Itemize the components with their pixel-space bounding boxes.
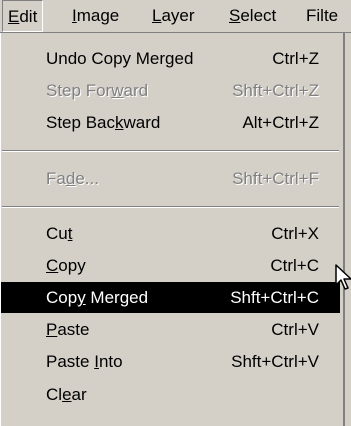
menu-item-label: Fa [46,169,66,188]
menu-separator [2,150,339,152]
menu-item-shortcut: Shft+Ctrl+F [232,169,319,188]
menu-bar: Edit Image Layer Select Filte [0,0,351,33]
menu-item-shortcut: Ctrl+Z [272,49,319,68]
menu-item-step-backward[interactable]: Step Backward Alt+Ctrl+Z [1,107,340,138]
menu-item-paste-into[interactable]: Paste Into Shft+Ctrl+V [1,346,340,377]
menu-item-label-post: opy [58,256,86,275]
menu-item-fade: Fade... Shft+Ctrl+F [1,163,340,194]
menu-item-shortcut: Ctrl+V [271,320,319,339]
menu-item-step-forward: Step Forward Shft+Ctrl+Z [1,75,340,106]
menu-item-label-post: nto [98,352,123,371]
menu-item-label: Step Bac [46,113,115,132]
menu-item-clear[interactable]: Clear [1,379,340,410]
menu-item-copy-merged[interactable]: Copy Merged Shft+Ctrl+C [1,282,340,313]
menu-separator [2,206,339,208]
menu-filter[interactable]: Filte [301,0,343,32]
menu-item-paste[interactable]: Paste Ctrl+V [1,314,340,345]
menu-item-label-post: e... [75,169,99,188]
menu-item-shortcut: Alt+Ctrl+Z [242,113,319,132]
menu-edit[interactable]: Edit [2,0,44,32]
menu-item-label: Undo Copy Merged [46,49,194,68]
menu-item-shortcut: Ctrl+X [271,224,319,243]
menu-item-label-post: ar [71,385,87,404]
menu-image[interactable]: Image [67,0,124,32]
menu-item-accel: P [46,320,58,339]
menu-item-accel: e [62,385,72,404]
menu-layer[interactable]: Layer [147,0,200,32]
menu-item-undo-copy-merged[interactable]: Undo Copy Merged Ctrl+Z [1,43,340,74]
menu-item-label: Paste [46,352,95,371]
menu-select[interactable]: Select [224,0,281,32]
menu-item-label-post: Merged [85,288,149,307]
menu-item-label-post: aste [57,320,90,339]
menu-item-label: Cl [46,385,63,404]
menu-item-cut[interactable]: Cut Ctrl+X [1,218,340,249]
menu-edit-accel: E [8,7,20,26]
menu-item-label: Cu [46,224,68,243]
menu-item-accel: w [111,81,124,100]
menu-item-shortcut: Shft+Ctrl+Z [232,81,319,100]
menu-item-shortcut: Ctrl+C [270,256,319,275]
menu-item-shortcut: Shft+Ctrl+V [231,352,319,371]
menu-item-accel: y [77,288,86,307]
menu-item-accel: C [46,256,59,275]
menu-select-label-post: elect [240,6,277,25]
menu-item-accel: d [65,169,76,188]
menu-edit-label-post: dit [19,7,38,26]
menu-item-shortcut: Shft+Ctrl+C [230,288,319,307]
menu-item-label-post: ard [123,81,149,100]
arrow-cursor-icon [335,264,351,290]
menu-filter-label-post: Filte [306,6,339,25]
menu-item-accel: k [115,113,124,132]
menu-item-label-post: ward [123,113,161,132]
menu-image-label-post: mage [76,6,120,25]
menu-item-accel: t [67,224,73,243]
menu-item-label: Step For [46,81,112,100]
menu-item-label: Cop [46,288,78,307]
menu-item-copy[interactable]: Copy Ctrl+C [1,250,340,281]
menu-layer-label-post: ayer [161,6,195,25]
edit-menu-dropdown: Undo Copy Merged Ctrl+Z Step Forward Shf… [0,33,345,426]
menu-select-accel: S [229,6,241,25]
